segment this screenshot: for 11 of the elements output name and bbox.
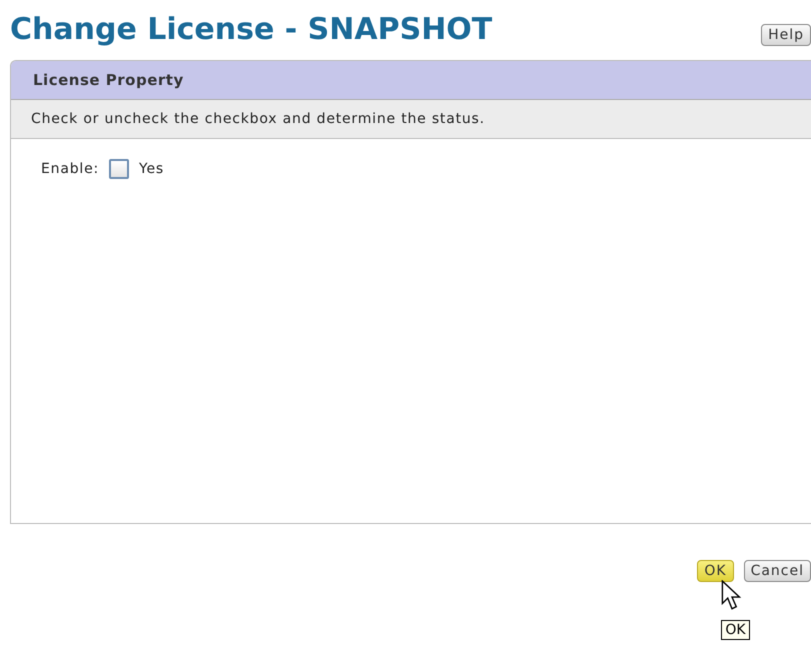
checkbox-label: Yes: [139, 161, 164, 177]
action-button[interactable]: OK: [697, 560, 734, 582]
page-title: Change License - SNAPSHOT: [10, 11, 492, 49]
help-button[interactable]: Help: [761, 24, 811, 46]
tooltip: OK: [721, 620, 750, 640]
pointer-cursor-icon: [721, 580, 744, 612]
checkbox[interactable]: [109, 159, 130, 179]
field-label: Enable:: [41, 161, 100, 177]
action-button[interactable]: Cancel: [744, 560, 811, 582]
instructions-text: Check or uncheck the checkbox and determine the status.: [31, 111, 485, 127]
panel-title: License Property: [33, 71, 184, 89]
